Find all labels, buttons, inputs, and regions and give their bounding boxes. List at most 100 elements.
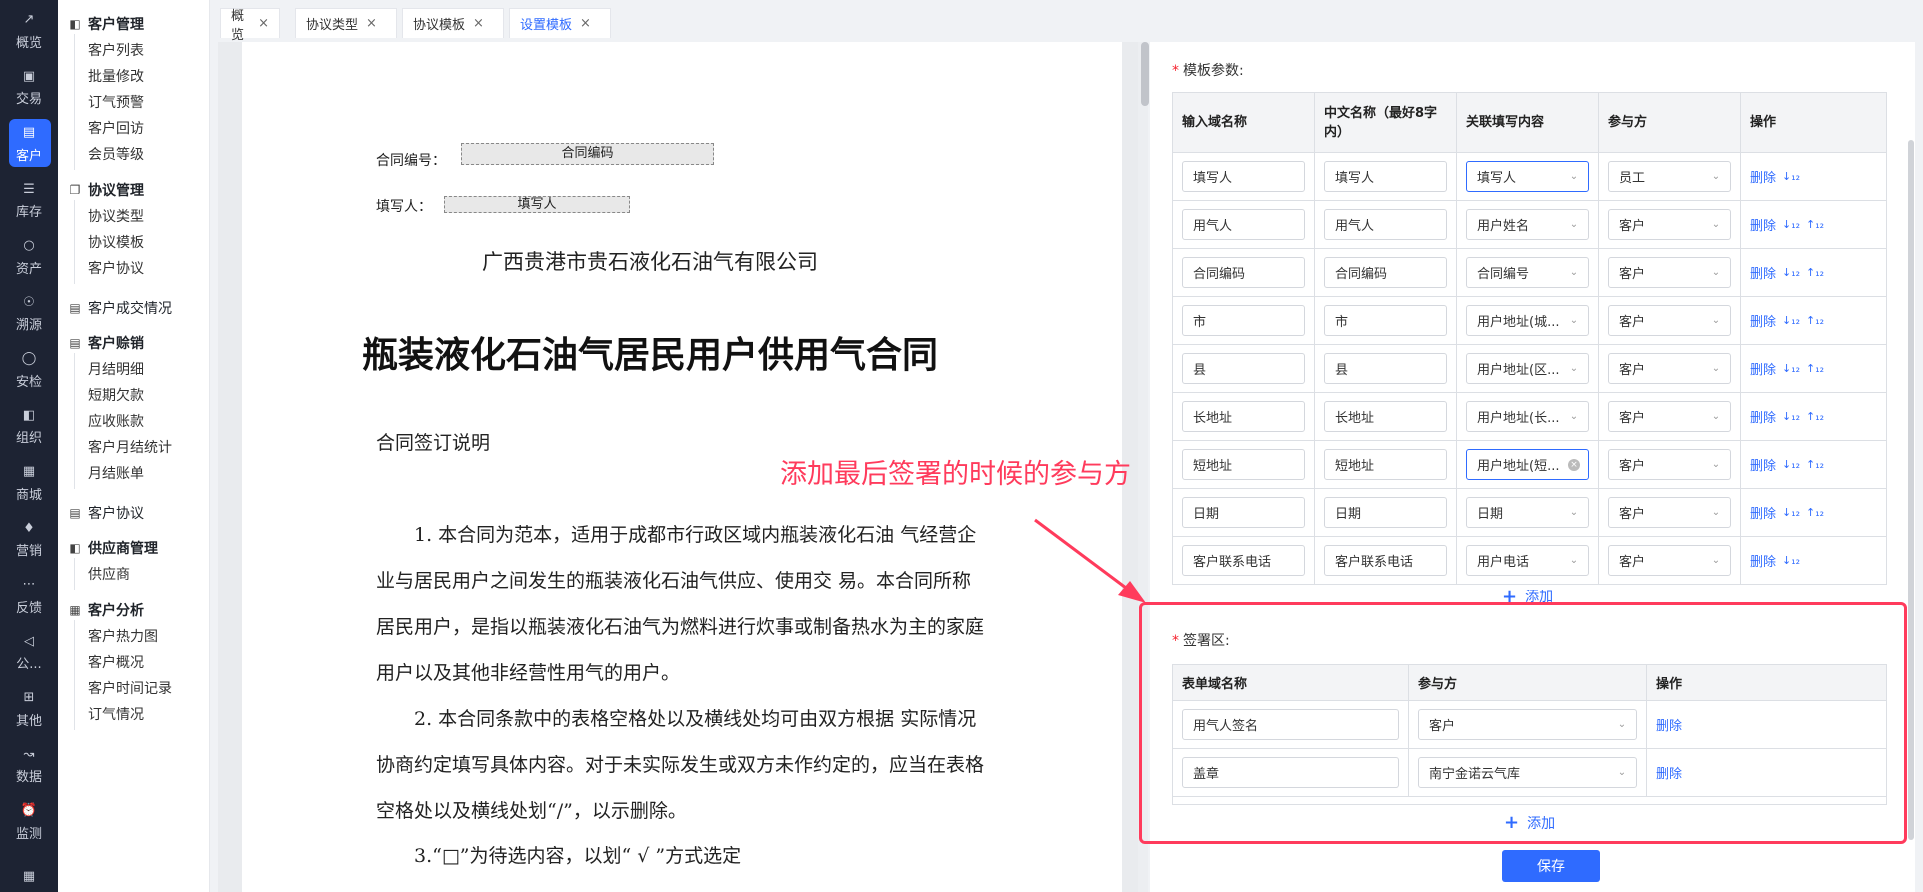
panel-scrollbar[interactable] <box>1908 140 1914 840</box>
input-field-name[interactable]: 长地址 <box>1182 401 1305 432</box>
menu-item-member-level[interactable]: 会员等级 <box>74 138 144 170</box>
rail-item-9[interactable]: ▦ 商城 <box>0 454 58 510</box>
menu-item-agreement-type[interactable]: 协议类型 <box>74 200 144 232</box>
sort-down-icon[interactable]: ↓₁₂ <box>1782 315 1800 326</box>
tab-set-template[interactable]: 设置模板 × <box>509 8 611 38</box>
link-content-select[interactable]: 日期 ⌄ <box>1466 497 1589 528</box>
menu-item-batch-edit[interactable]: 批量修改 <box>74 60 144 92</box>
party-select[interactable]: 客户 ⌄ <box>1608 497 1731 528</box>
sort-down-icon[interactable]: ↓₁₂ <box>1782 171 1800 182</box>
menu-group-customer-agreement[interactable]: ▤ 客户协议 <box>68 503 144 523</box>
menu-group-customer-analysis[interactable]: ▦ 客户分析 <box>68 600 144 620</box>
sort-up-icon[interactable]: ↑₁₂ <box>1806 363 1824 374</box>
sort-up-icon[interactable]: ↑₁₂ <box>1806 411 1824 422</box>
link-content-select[interactable]: 合同编号 ⌄ <box>1466 257 1589 288</box>
menu-item-heatmap[interactable]: 客户热力图 <box>74 620 158 652</box>
rail-item-12[interactable]: ◁ 公... <box>0 624 58 680</box>
menu-group-credit-sales[interactable]: ▤ 客户赊销 <box>68 333 144 353</box>
delete-link[interactable]: 删除 <box>1750 407 1776 426</box>
rail-item-3[interactable]: ▤ 客户 <box>0 115 58 171</box>
rail-item-16[interactable]: ▦ <box>0 850 58 892</box>
delete-link[interactable]: 删除 <box>1656 715 1682 734</box>
party-select[interactable]: 客户 ⌄ <box>1608 305 1731 336</box>
menu-item-overview[interactable]: 客户概况 <box>74 646 144 678</box>
sort-up-icon[interactable]: ↑₁₂ <box>1806 459 1824 470</box>
party-select[interactable]: 员工 ⌄ <box>1608 161 1731 192</box>
delete-link[interactable]: 删除 <box>1750 503 1776 522</box>
link-content-select[interactable]: 用户地址(区... ⌄ <box>1466 353 1589 384</box>
rail-item-13[interactable]: ⊞ 其他 <box>0 680 58 736</box>
party-select[interactable]: 客户 ⌄ <box>1608 257 1731 288</box>
rail-item-5[interactable]: ○ 资产 <box>0 228 58 284</box>
form-field-name-input[interactable]: 盖章 <box>1182 757 1399 788</box>
party-select[interactable]: 客户 ⌄ <box>1608 353 1731 384</box>
sort-down-icon[interactable]: ↓₁₂ <box>1782 363 1800 374</box>
rail-item-6[interactable]: ☉ 溯源 <box>0 285 58 341</box>
sort-down-icon[interactable]: ↓₁₂ <box>1782 411 1800 422</box>
clear-icon[interactable]: × <box>1568 459 1580 471</box>
link-content-select[interactable]: 用户地址(长... ⌄ <box>1466 401 1589 432</box>
tab-agreement-template[interactable]: 协议模板 × <box>402 8 504 38</box>
sort-down-icon[interactable]: ↓₁₂ <box>1782 507 1800 518</box>
save-button[interactable]: 保存 <box>1502 850 1600 882</box>
rail-item-1[interactable]: ↗ 概览 <box>0 2 58 58</box>
delete-link[interactable]: 删除 <box>1750 167 1776 186</box>
cn-name-input[interactable]: 填写人 <box>1324 161 1447 192</box>
menu-item-supplier[interactable]: 供应商 <box>74 558 130 590</box>
menu-group-deal-status[interactable]: ▤ 客户成交情况 <box>68 298 172 318</box>
delete-link[interactable]: 删除 <box>1656 763 1682 782</box>
input-field-name[interactable]: 日期 <box>1182 497 1305 528</box>
cn-name-input[interactable]: 短地址 <box>1324 449 1447 480</box>
close-icon[interactable]: × <box>366 16 377 31</box>
form-field-name-input[interactable]: 用气人签名 <box>1182 709 1399 740</box>
sort-up-icon[interactable]: ↑₁₂ <box>1806 219 1824 230</box>
delete-link[interactable]: 删除 <box>1750 455 1776 474</box>
party-select[interactable]: 客户 ⌄ <box>1608 545 1731 576</box>
link-content-select[interactable]: 用户姓名 ⌄ <box>1466 209 1589 240</box>
link-content-select[interactable]: 用户电话 ⌄ <box>1466 545 1589 576</box>
rail-item-7[interactable]: ◯ 安检 <box>0 341 58 397</box>
delete-link[interactable]: 删除 <box>1750 215 1776 234</box>
input-field-name[interactable]: 用气人 <box>1182 209 1305 240</box>
menu-item-receivables[interactable]: 应收账款 <box>74 405 144 437</box>
input-field-name[interactable]: 市 <box>1182 305 1305 336</box>
rail-item-11[interactable]: ⋯ 反馈 <box>0 567 58 623</box>
sign-party-select[interactable]: 客户 ⌄ <box>1418 709 1637 740</box>
menu-group-supplier-management[interactable]: ◧ 供应商管理 <box>68 538 158 558</box>
rail-item-14[interactable]: ↝ 数据 <box>0 737 58 793</box>
rail-item-4[interactable]: ☰ 库存 <box>0 172 58 228</box>
menu-item-customer-list[interactable]: 客户列表 <box>74 34 144 66</box>
link-content-select[interactable]: 用户地址(短... × <box>1466 449 1589 480</box>
cn-name-input[interactable]: 日期 <box>1324 497 1447 528</box>
cn-name-input[interactable]: 长地址 <box>1324 401 1447 432</box>
cn-name-input[interactable]: 县 <box>1324 353 1447 384</box>
rail-item-8[interactable]: ◧ 组织 <box>0 398 58 454</box>
delete-link[interactable]: 删除 <box>1750 263 1776 282</box>
sort-down-icon[interactable]: ↓₁₂ <box>1782 219 1800 230</box>
tab-agreement-type[interactable]: 协议类型 × <box>295 8 397 38</box>
menu-item-customer-agreement[interactable]: 客户协议 <box>74 252 144 284</box>
party-select[interactable]: 客户 ⌄ <box>1608 209 1731 240</box>
link-content-select[interactable]: 用户地址(城... ⌄ <box>1466 305 1589 336</box>
party-select[interactable]: 客户 ⌄ <box>1608 401 1731 432</box>
sort-up-icon[interactable]: ↑₁₂ <box>1806 267 1824 278</box>
add-param-button[interactable]: + 添加 <box>1502 590 1553 602</box>
cn-name-input[interactable]: 合同编码 <box>1324 257 1447 288</box>
sort-down-icon[interactable]: ↓₁₂ <box>1782 267 1800 278</box>
doc-scrollbar-thumb[interactable] <box>1141 42 1149 106</box>
delete-link[interactable]: 删除 <box>1750 551 1776 570</box>
menu-item-monthly-detail[interactable]: 月结明细 <box>74 353 144 385</box>
menu-item-time-record[interactable]: 客户时间记录 <box>74 672 172 704</box>
sort-up-icon[interactable]: ↑₁₂ <box>1806 507 1824 518</box>
input-field-name[interactable]: 短地址 <box>1182 449 1305 480</box>
filler-field[interactable]: 填写人 <box>444 196 630 213</box>
sort-down-icon[interactable]: ↓₁₂ <box>1782 459 1800 470</box>
sort-down-icon[interactable]: ↓₁₂ <box>1782 555 1800 566</box>
menu-item-monthly-stats[interactable]: 客户月结统计 <box>74 431 172 463</box>
rail-item-15[interactable]: ⏰ 监测 <box>0 793 58 849</box>
close-icon[interactable]: × <box>580 16 591 31</box>
delete-link[interactable]: 删除 <box>1750 311 1776 330</box>
add-signer-button[interactable]: + 添加 <box>1504 812 1555 833</box>
rail-item-2[interactable]: ▣ 交易 <box>0 59 58 115</box>
sort-up-icon[interactable]: ↑₁₂ <box>1806 315 1824 326</box>
